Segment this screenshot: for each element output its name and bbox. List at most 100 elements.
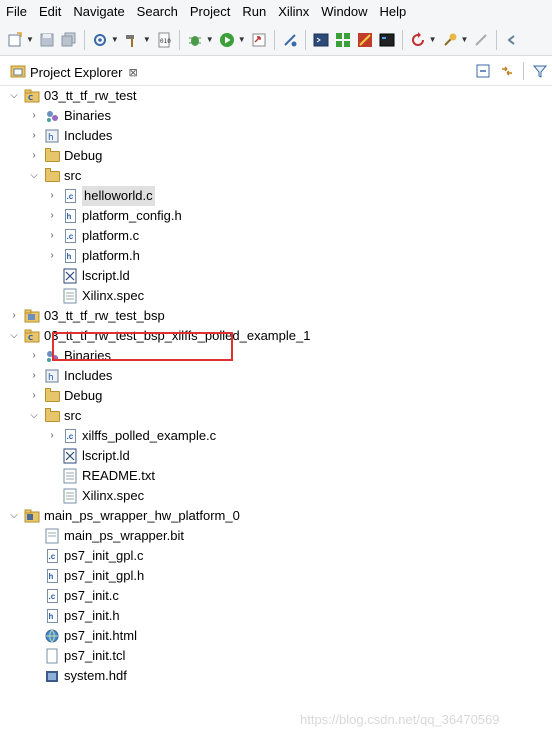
tab-project-explorer[interactable]: Project Explorer ⊠ xyxy=(4,59,144,85)
project-explorer-icon xyxy=(10,63,26,82)
tree-item-project[interactable]: › 03_tt_tf_rw_test_bsp xyxy=(8,306,164,326)
menu-help[interactable]: Help xyxy=(374,0,413,24)
watermark: https://blog.csdn.net/qq_36470569 xyxy=(300,712,500,727)
tree-item-src[interactable]: ⌵ src xyxy=(28,406,81,426)
includes-icon: h xyxy=(44,368,60,384)
tree-item-debug[interactable]: › Debug xyxy=(28,146,102,166)
menu-project[interactable]: Project xyxy=(184,0,236,24)
chevron-right-icon[interactable]: › xyxy=(28,366,40,386)
chevron-down-icon[interactable]: ⌵ xyxy=(8,326,20,346)
chevron-right-icon[interactable]: › xyxy=(28,106,40,126)
chevron-down-icon[interactable]: ⌵ xyxy=(8,506,20,526)
chevron-right-icon[interactable]: › xyxy=(28,386,40,406)
block-design-icon[interactable] xyxy=(356,31,374,49)
build-dropdown-icon[interactable]: ▼ xyxy=(143,35,151,44)
file-label: helloworld.c xyxy=(82,186,155,206)
collapse-all-icon[interactable] xyxy=(475,63,491,79)
refresh-icon[interactable] xyxy=(409,31,427,49)
chevron-right-icon[interactable]: › xyxy=(28,126,40,146)
tree-item-src[interactable]: ⌵ src xyxy=(28,166,81,186)
external-tools-icon[interactable] xyxy=(250,31,268,49)
chevron-down-icon[interactable]: ⌵ xyxy=(28,166,40,186)
tree-item-file[interactable]: Xilinx.spec xyxy=(58,486,144,506)
folder-icon xyxy=(44,387,60,404)
menu-xilinx[interactable]: Xilinx xyxy=(272,0,315,24)
annotation-icon[interactable] xyxy=(472,31,490,49)
tree-item-includes[interactable]: › h Includes xyxy=(28,126,112,146)
hdf-file-icon xyxy=(44,668,60,684)
chevron-right-icon[interactable]: › xyxy=(46,226,58,246)
tree-item-includes[interactable]: › h Includes xyxy=(28,366,112,386)
new-icon[interactable] xyxy=(6,31,24,49)
tree-item-file[interactable]: main_ps_wrapper.bit xyxy=(40,526,184,546)
chevron-right-icon[interactable]: › xyxy=(46,426,58,446)
linker-script-icon xyxy=(62,448,78,464)
tree-item-file[interactable]: › h platform_config.h xyxy=(46,206,182,226)
pin-icon[interactable] xyxy=(441,31,459,49)
tree-item-file[interactable]: Xilinx.spec xyxy=(58,286,144,306)
tree-item-binaries[interactable]: › Binaries xyxy=(28,106,111,126)
settings-gear-icon[interactable] xyxy=(91,31,109,49)
link-with-editor-icon[interactable] xyxy=(499,63,515,79)
chevron-right-icon[interactable]: › xyxy=(28,146,40,166)
binaries-label: Binaries xyxy=(64,108,111,123)
tree-item-project[interactable]: ⌵ main_ps_wrapper_hw_platform_0 xyxy=(8,506,240,526)
console-icon[interactable] xyxy=(378,31,396,49)
file-label: platform.h xyxy=(82,248,140,263)
pin-dropdown-icon[interactable]: ▼ xyxy=(461,35,469,44)
tree-item-file[interactable]: lscript.ld xyxy=(58,266,130,286)
includes-icon: h xyxy=(44,128,60,144)
run-dropdown-icon[interactable]: ▼ xyxy=(238,35,246,44)
menu-search[interactable]: Search xyxy=(131,0,184,24)
tree-item-file[interactable]: README.txt xyxy=(58,466,155,486)
menu-navigate[interactable]: Navigate xyxy=(67,0,130,24)
grid-view-icon[interactable] xyxy=(334,31,352,49)
bsp-folder-icon xyxy=(24,308,40,324)
chevron-down-icon[interactable]: ⌵ xyxy=(8,86,20,106)
tree-item-project[interactable]: ⌵ C 03_tt_tf_rw_test_bsp_xilffs_polled_e… xyxy=(8,326,310,346)
save-icon[interactable] xyxy=(38,31,56,49)
chevron-down-icon[interactable]: ⌵ xyxy=(28,406,40,426)
tree-item-file[interactable]: ps7_init.tcl xyxy=(40,646,125,666)
tree-item-file[interactable]: › .c helloworld.c xyxy=(46,186,155,206)
tree-item-file[interactable]: .c ps7_init.c xyxy=(40,586,119,606)
chevron-right-icon[interactable]: › xyxy=(8,306,20,326)
skip-breakpoints-icon[interactable] xyxy=(281,31,299,49)
filter-icon[interactable] xyxy=(532,63,548,79)
tree-item-file[interactable]: h ps7_init.h xyxy=(40,606,120,626)
terminal-icon[interactable] xyxy=(312,31,330,49)
tree-item-file[interactable]: h ps7_init_gpl.h xyxy=(40,566,144,586)
tree-item-file[interactable]: › .c xilffs_polled_example.c xyxy=(46,426,216,446)
c-file-icon: .c xyxy=(62,228,78,244)
run-play-icon[interactable] xyxy=(218,31,236,49)
tree-item-file[interactable]: › .c platform.c xyxy=(46,226,139,246)
menu-edit[interactable]: Edit xyxy=(33,0,67,24)
tree-item-file[interactable]: › h platform.h xyxy=(46,246,140,266)
tree-item-debug[interactable]: › Debug xyxy=(28,386,102,406)
tree-item-file[interactable]: .c ps7_init_gpl.c xyxy=(40,546,144,566)
menu-window[interactable]: Window xyxy=(315,0,373,24)
program-device-icon[interactable]: 010 xyxy=(155,31,173,49)
tree-item-file[interactable]: system.hdf xyxy=(40,666,127,686)
build-hammer-icon[interactable] xyxy=(123,31,141,49)
refresh-dropdown-icon[interactable]: ▼ xyxy=(429,35,437,44)
debug-dropdown-icon[interactable]: ▼ xyxy=(206,35,214,44)
chevron-right-icon[interactable]: › xyxy=(46,246,58,266)
chevron-right-icon[interactable]: › xyxy=(28,346,40,366)
close-view-icon[interactable]: ⊠ xyxy=(128,66,137,79)
tree-item-file[interactable]: ps7_init.html xyxy=(40,626,137,646)
tree-item-file[interactable]: lscript.ld xyxy=(58,446,130,466)
save-all-icon[interactable] xyxy=(60,31,78,49)
toolbar-divider xyxy=(304,29,306,50)
tree-item-project[interactable]: ⌵ C 03_tt_tf_rw_test xyxy=(8,86,136,106)
menu-run[interactable]: Run xyxy=(236,0,272,24)
tree-item-binaries[interactable]: › Binaries xyxy=(28,346,111,366)
menu-file[interactable]: File xyxy=(0,0,33,24)
chevron-right-icon[interactable]: › xyxy=(46,206,58,226)
new-dropdown-icon[interactable]: ▼ xyxy=(26,35,34,44)
back-arrow-icon[interactable] xyxy=(503,31,521,49)
chevron-right-icon[interactable]: › xyxy=(46,186,58,206)
settings-dropdown-icon[interactable]: ▼ xyxy=(111,35,119,44)
view-actions-divider xyxy=(523,62,524,80)
debug-bug-icon[interactable] xyxy=(186,31,204,49)
